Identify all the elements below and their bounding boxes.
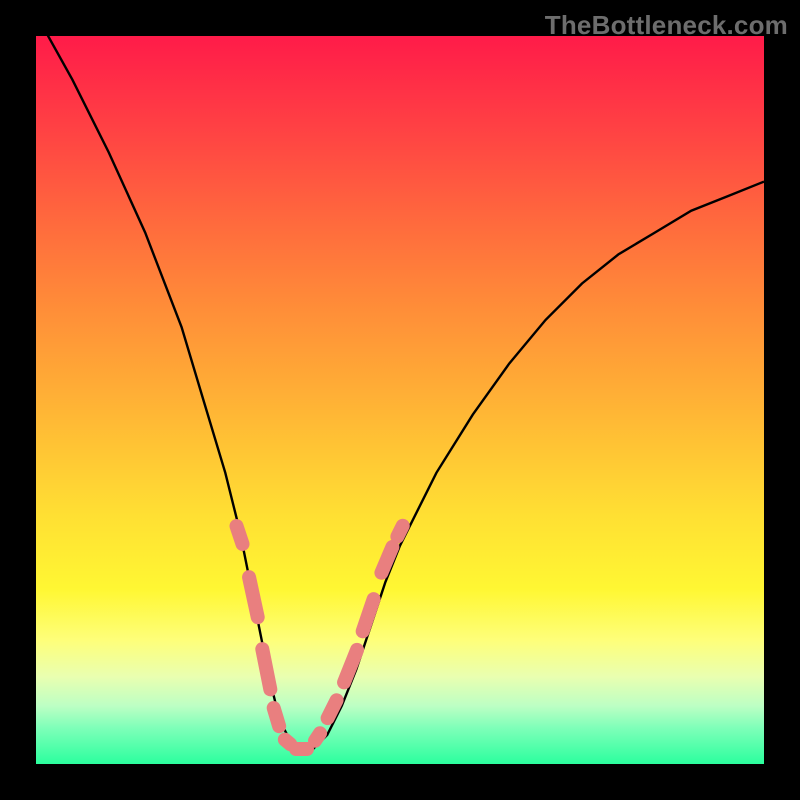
- curve-line: [36, 36, 764, 749]
- frame: TheBottleneck.com: [0, 0, 800, 800]
- watermark-text: TheBottleneck.com: [545, 10, 788, 41]
- chart-plot-area: [36, 36, 764, 764]
- bottleneck-curve: [36, 36, 764, 764]
